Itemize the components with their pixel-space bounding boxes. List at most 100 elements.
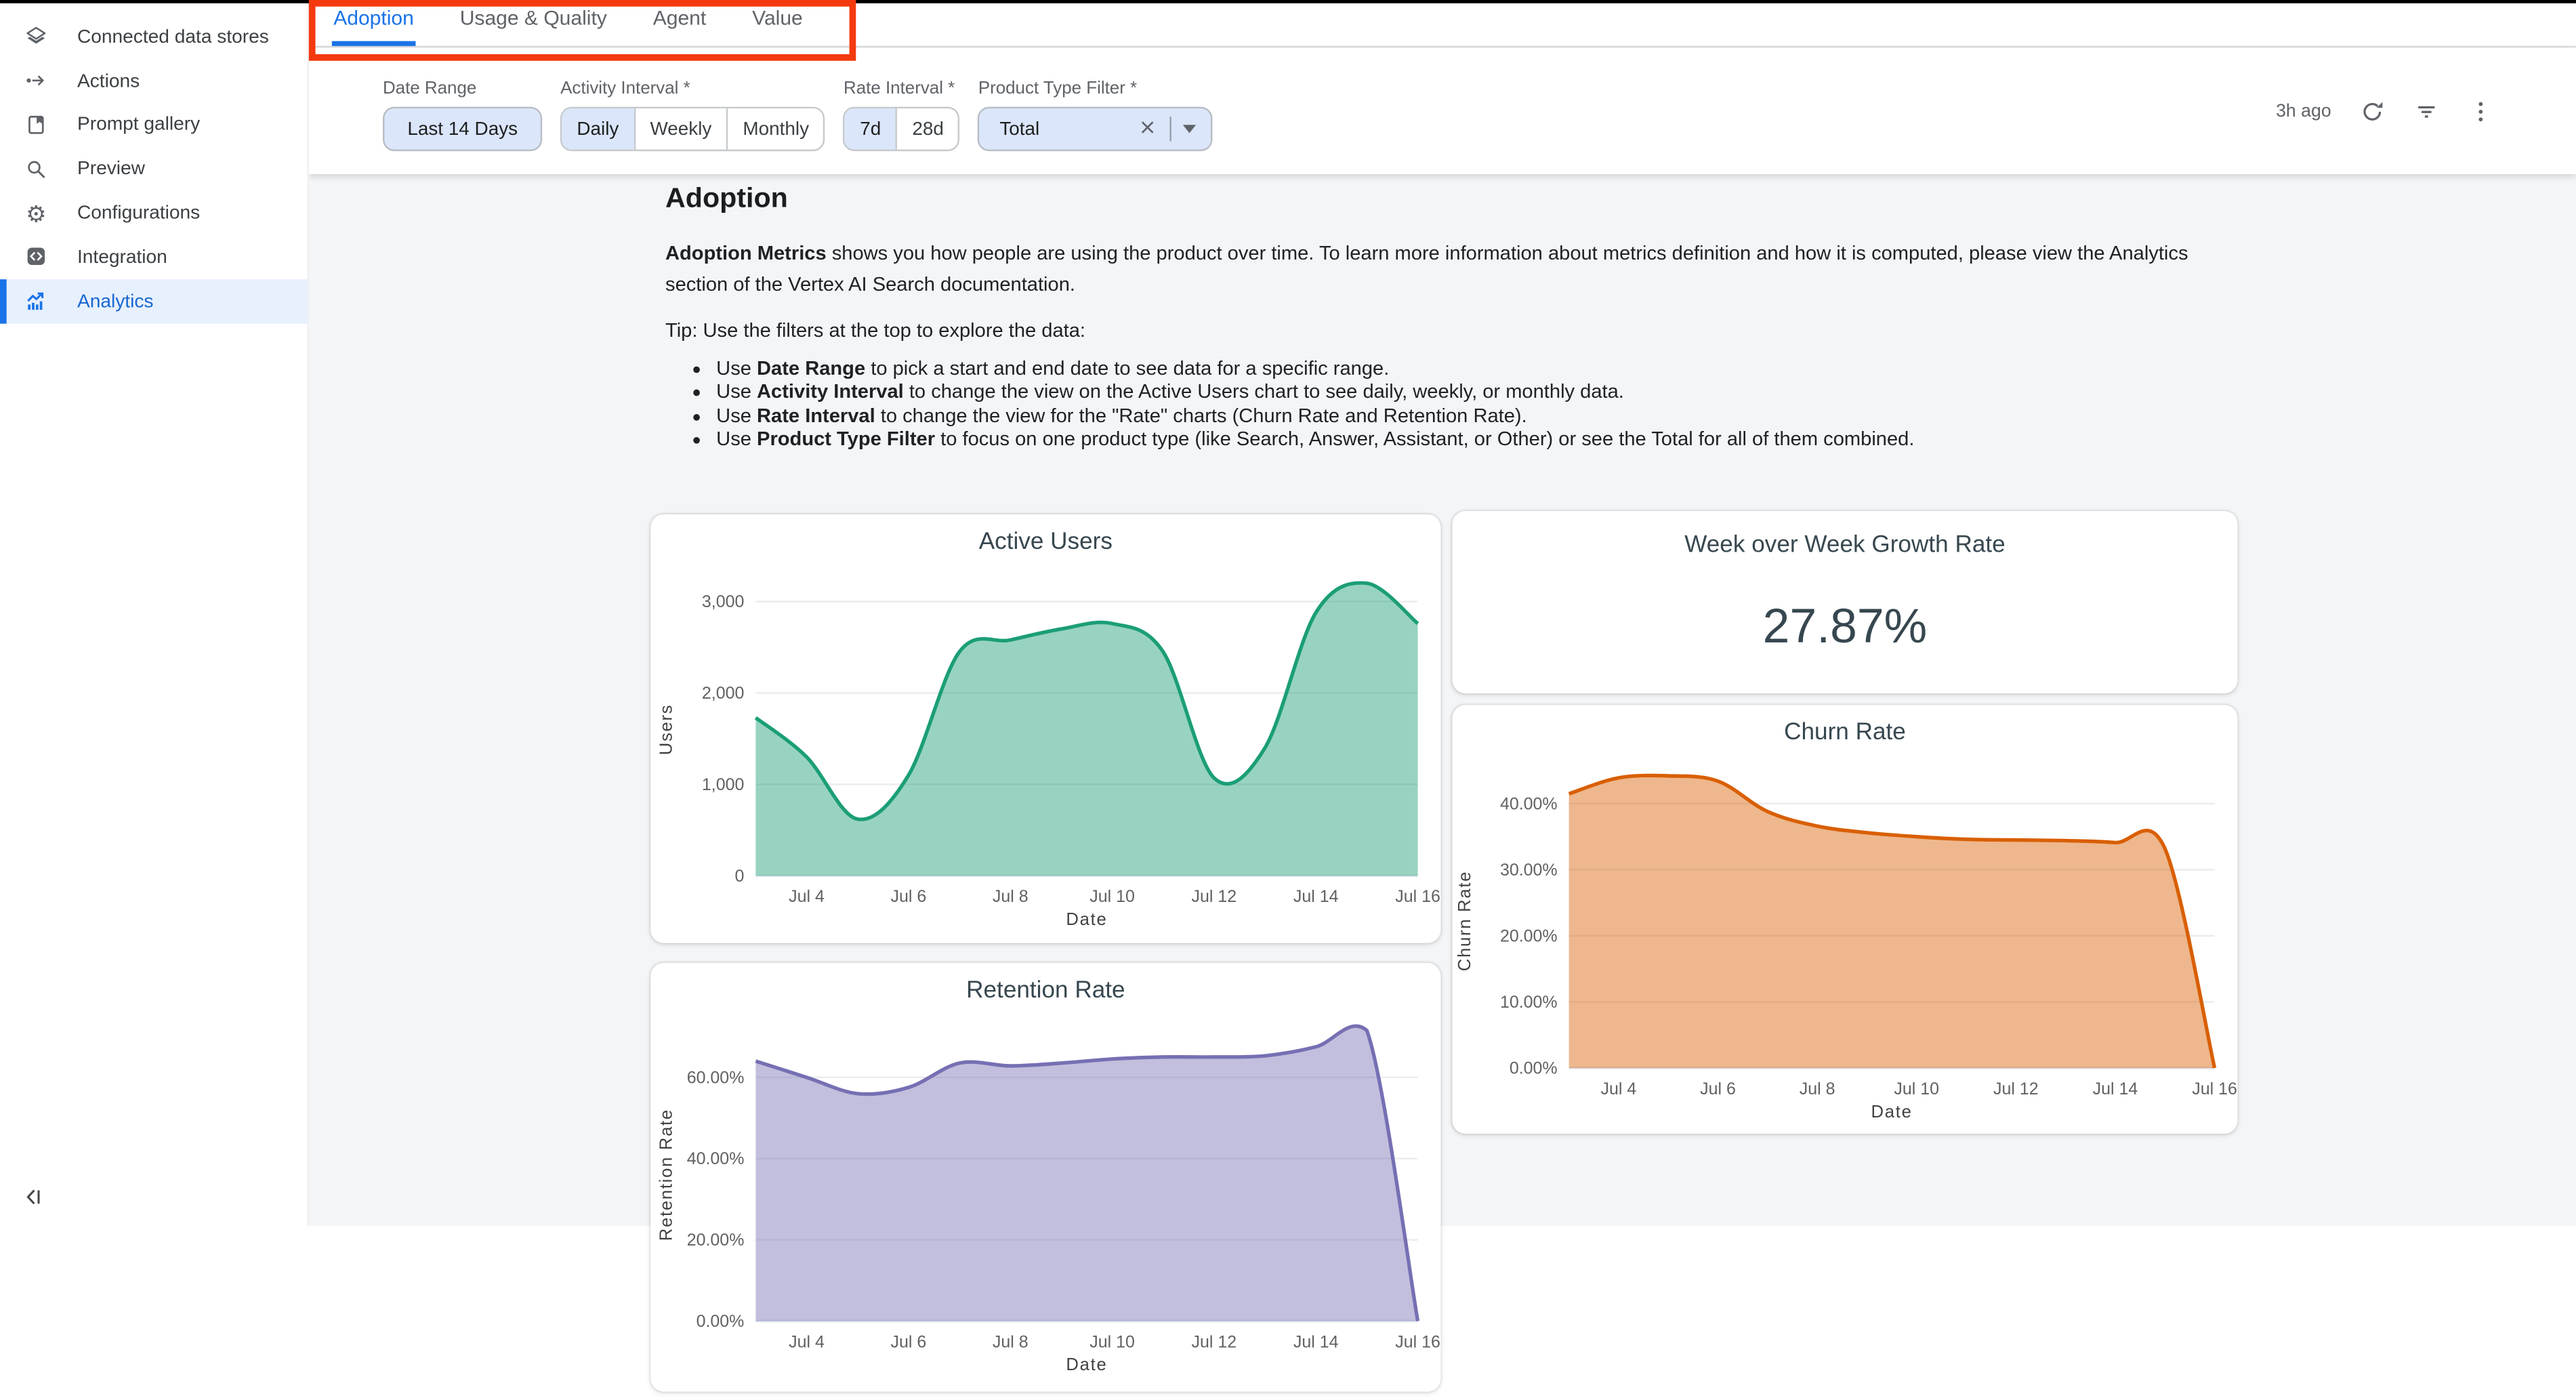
svg-text:0.00%: 0.00%: [697, 1312, 745, 1331]
dashboard-toolbar: 3h ago: [2276, 47, 2576, 174]
intro-bold-text: Adoption Metrics: [665, 241, 827, 264]
svg-text:Jul 8: Jul 8: [993, 1332, 1029, 1351]
sidebar-item-label: Analytics: [77, 290, 154, 312]
svg-text:10.00%: 10.00%: [1500, 993, 1558, 1012]
svg-text:Jul 14: Jul 14: [1293, 887, 1339, 906]
sidebar-item-label: Configurations: [77, 202, 200, 224]
svg-text:Jul 10: Jul 10: [1894, 1079, 1939, 1098]
page-title: Adoption: [665, 182, 2226, 215]
tip-heading: Tip: Use the filters at the top to explo…: [665, 318, 2226, 342]
activity-interval-label: Activity Interval *: [560, 79, 825, 98]
sidebar-item-label: Preview: [77, 158, 145, 180]
sidebar-item-connected-data-stores[interactable]: Connected data stores: [0, 15, 307, 59]
sidebar-item-label: Prompt gallery: [77, 114, 200, 136]
svg-text:40.00%: 40.00%: [1500, 794, 1558, 813]
product-type-filter-group: Product Type Filter * Total: [978, 79, 1213, 151]
refresh-icon[interactable]: [2359, 98, 2386, 124]
last-refreshed-text: 3h ago: [2276, 101, 2331, 121]
sidebar-item-prompt-gallery[interactable]: Prompt gallery: [0, 103, 307, 147]
tab-agent[interactable]: Agent: [630, 3, 729, 46]
svg-text:Jul 16: Jul 16: [1395, 887, 1440, 906]
svg-text:Jul 16: Jul 16: [1395, 1332, 1440, 1351]
tip-item: Use Rate Interval to change the view for…: [716, 404, 2226, 428]
sidebar-item-configurations[interactable]: ⚙ Configurations: [0, 191, 307, 235]
rate-interval-label: Rate Interval *: [844, 79, 960, 98]
activity-daily-option[interactable]: Daily: [562, 108, 634, 150]
svg-text:Jul 16: Jul 16: [2192, 1079, 2237, 1098]
date-range-button[interactable]: Last 14 Days: [383, 107, 543, 151]
svg-text:40.00%: 40.00%: [687, 1149, 745, 1168]
svg-text:Jul 10: Jul 10: [1089, 887, 1135, 906]
actions-icon: [23, 68, 49, 94]
svg-text:Jul 6: Jul 6: [891, 1332, 927, 1351]
svg-text:Jul 4: Jul 4: [789, 1332, 825, 1351]
rate-28d-option[interactable]: 28d: [896, 108, 959, 150]
filter-list-icon[interactable]: [2413, 98, 2440, 124]
prompt-gallery-icon: [23, 112, 49, 138]
rate-7d-option[interactable]: 7d: [845, 108, 896, 150]
svg-text:Date: Date: [1871, 1103, 1913, 1121]
svg-text:Jul 4: Jul 4: [789, 887, 825, 906]
tab-label: Agent: [651, 5, 707, 46]
sidebar-item-label: Integration: [77, 246, 167, 268]
clear-icon[interactable]: [1138, 116, 1159, 142]
svg-text:20.00%: 20.00%: [687, 1231, 745, 1250]
svg-text:Jul 8: Jul 8: [1800, 1079, 1835, 1098]
filter-bar: Date Range Last 14 Days Activity Interva…: [309, 47, 2576, 174]
svg-text:Users: Users: [657, 704, 676, 756]
svg-text:Jul 8: Jul 8: [993, 887, 1029, 906]
activity-weekly-option[interactable]: Weekly: [633, 108, 726, 150]
preview-icon: [23, 156, 49, 182]
tab-label: Value: [751, 5, 804, 46]
intro-text: shows you how people are using the produ…: [665, 241, 2188, 295]
wow-growth-title: Week over Week Growth Rate: [1452, 533, 2237, 559]
svg-text:Jul 12: Jul 12: [1192, 1332, 1237, 1351]
rate-interval-segmented-control: 7d 28d: [844, 107, 960, 151]
rate-interval-filter-group: Rate Interval * 7d 28d: [844, 79, 960, 151]
tip-item: Use Activity Interval to change the view…: [716, 380, 2226, 404]
product-type-dropdown[interactable]: Total: [978, 107, 1213, 151]
tab-bar: Adoption Usage & Quality Agent Value: [309, 3, 2576, 47]
sidebar: Connected data stores Actions Prompt gal…: [0, 3, 309, 1226]
activity-monthly-option[interactable]: Monthly: [726, 108, 824, 150]
svg-text:Date: Date: [1066, 1355, 1107, 1374]
svg-text:Churn Rate: Churn Rate: [1784, 718, 1906, 745]
sidebar-item-integration[interactable]: Integration: [0, 235, 307, 279]
product-type-label: Product Type Filter *: [978, 79, 1213, 98]
adoption-description: Adoption Adoption Metrics shows you how …: [665, 182, 2226, 451]
retention-rate-card: 0.00% 20.00% 40.00% 60.00% Jul 4 Jul 6 Jul 8 Ju…: [650, 963, 1440, 1392]
svg-text:Active Users: Active Users: [979, 528, 1113, 554]
svg-text:60.00%: 60.00%: [687, 1068, 745, 1087]
tab-usage-quality[interactable]: Usage & Quality: [437, 3, 630, 46]
svg-text:2,000: 2,000: [702, 684, 744, 703]
sidebar-item-analytics[interactable]: Analytics: [0, 279, 307, 323]
activity-interval-segmented-control: Daily Weekly Monthly: [560, 107, 825, 151]
more-vert-icon[interactable]: [2468, 98, 2494, 124]
sidebar-item-actions[interactable]: Actions: [0, 59, 307, 103]
svg-text:Jul 12: Jul 12: [1993, 1079, 2039, 1098]
svg-text:Jul 14: Jul 14: [1293, 1332, 1339, 1351]
svg-text:30.00%: 30.00%: [1500, 861, 1558, 880]
date-range-filter-group: Date Range Last 14 Days: [383, 79, 543, 151]
integration-icon: [23, 244, 49, 270]
svg-text:Date: Date: [1066, 910, 1107, 929]
tip-item: Use Product Type Filter to focus on one …: [716, 428, 2226, 451]
tip-item: Use Date Range to pick a start and end d…: [716, 356, 2226, 380]
collapse-sidebar-icon[interactable]: [22, 1185, 48, 1211]
wow-growth-card: Week over Week Growth Rate 27.87%: [1452, 511, 2237, 693]
tab-value[interactable]: Value: [729, 3, 826, 46]
tab-label: Adoption: [332, 5, 415, 46]
sidebar-item-label: Actions: [77, 70, 140, 92]
svg-text:0: 0: [735, 867, 745, 886]
svg-text:Retention Rate: Retention Rate: [966, 976, 1125, 1003]
churn-rate-chart: 0.00%10.00%20.00%30.00%40.00%Jul 4Jul 6J…: [1452, 705, 2237, 1134]
sidebar-item-preview[interactable]: Preview: [0, 147, 307, 191]
dropdown-caret-icon[interactable]: [1184, 125, 1197, 133]
data-stores-icon: [23, 24, 49, 50]
active-users-chart: 01,0002,0003,000Jul 4Jul 6Jul 8Jul 10Jul…: [650, 514, 1440, 943]
analytics-page: Connected data stores Actions Prompt gal…: [0, 0, 2576, 1226]
product-type-value: Total: [999, 119, 1138, 139]
selected-indicator: [0, 279, 7, 323]
tab-adoption[interactable]: Adoption: [310, 3, 437, 46]
svg-text:1,000: 1,000: [702, 775, 744, 794]
